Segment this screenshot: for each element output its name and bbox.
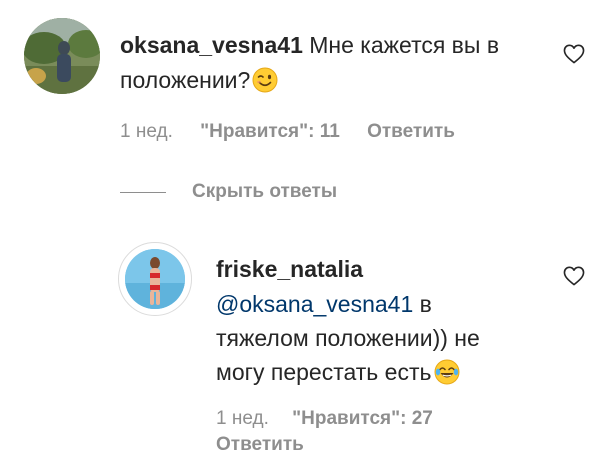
comment-likes[interactable]: "Нравится": 27 — [292, 408, 433, 429]
avatar-photo — [125, 249, 185, 309]
avatar-photo — [24, 18, 100, 94]
reply-username-row: friske_natalia — [216, 255, 363, 283]
mention-link[interactable]: @oksana_vesna41 — [216, 291, 413, 317]
reply-button[interactable]: Ответить — [367, 121, 455, 142]
comment-username[interactable]: oksana_vesna41 — [120, 32, 303, 58]
tears-of-joy-icon — [434, 359, 460, 385]
avatar[interactable] — [118, 242, 192, 316]
comment-body: @oksana_vesna41 в тяжелом положении)) не… — [216, 287, 516, 389]
comment-meta: 1 нед. "Нравится": 11 Ответить — [120, 121, 455, 143]
hide-replies-button[interactable]: Скрыть ответы — [192, 181, 337, 203]
comment-meta: 1 нед. "Нравится": 27 — [216, 408, 433, 430]
hide-replies-row[interactable]: Скрыть ответы — [120, 181, 337, 203]
like-heart-icon[interactable] — [563, 44, 585, 64]
comment-username[interactable]: friske_natalia — [216, 256, 363, 282]
like-heart-icon[interactable] — [563, 266, 585, 286]
reply-button[interactable]: Ответить — [216, 434, 304, 456]
comment-body: oksana_vesna41 Мне кажется вы в положени… — [120, 28, 540, 98]
comment-likes[interactable]: "Нравится": 11 — [200, 121, 340, 142]
comment-time[interactable]: 1 нед. — [216, 408, 269, 429]
comment-time[interactable]: 1 нед. — [120, 121, 173, 142]
avatar[interactable] — [24, 18, 100, 94]
winking-face-icon — [252, 67, 278, 93]
divider — [120, 191, 166, 193]
